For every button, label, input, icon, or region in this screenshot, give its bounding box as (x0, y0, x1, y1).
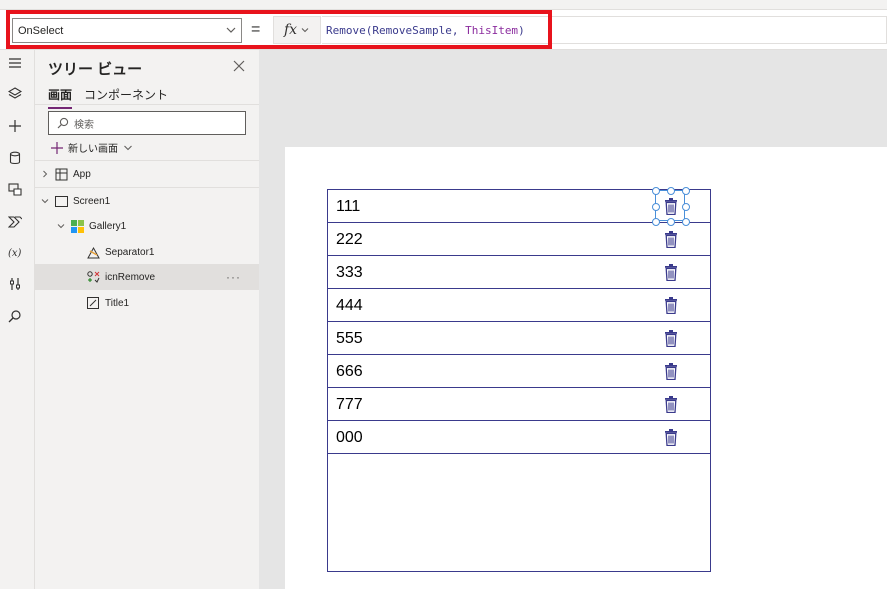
formula-function: Remove(RemoveSample, (326, 23, 466, 37)
chevron-down-icon[interactable] (39, 195, 51, 207)
resize-handle[interactable] (682, 203, 690, 211)
trash-icon[interactable] (664, 429, 678, 447)
gallery-row[interactable]: 222 (328, 223, 710, 256)
insert-plus-icon[interactable] (6, 117, 24, 135)
icons-icon (86, 270, 100, 284)
chevron-down-icon[interactable] (55, 220, 67, 232)
tree-node-label: Separator1 (105, 246, 155, 258)
gallery1[interactable]: 111 222 333 444 555 666 777 000 (327, 187, 711, 572)
trash-icon[interactable] (664, 231, 678, 249)
tree-search-input[interactable]: 検索 (48, 111, 246, 135)
power-automate-icon[interactable] (6, 212, 24, 230)
new-screen-button[interactable]: 新しい画面 (51, 140, 133, 155)
tree-node-app[interactable]: App (35, 161, 259, 187)
resize-handle[interactable] (667, 187, 675, 195)
tree-node-label: Gallery1 (89, 220, 127, 232)
formula-bar: OnSelect = fx Remove(RemoveSample, ThisI… (0, 10, 887, 50)
svg-text:(x): (x) (8, 248, 22, 259)
row-title: 777 (336, 396, 363, 413)
row-title: 666 (336, 363, 363, 380)
row-title: 333 (336, 264, 363, 281)
formula-input[interactable]: Remove(RemoveSample, ThisItem) (322, 16, 887, 44)
screen-icon (54, 194, 68, 208)
row-title: 222 (336, 231, 363, 248)
more-options-icon[interactable]: ··· (226, 270, 241, 284)
tree-node-label: App (73, 168, 91, 180)
tab-screens[interactable]: 画面 (48, 86, 73, 109)
hamburger-menu-icon[interactable] (6, 54, 24, 72)
trash-icon[interactable] (664, 264, 678, 282)
gallery-row[interactable]: 000 (328, 421, 710, 454)
chevron-down-icon (226, 27, 236, 33)
trash-icon[interactable] (664, 363, 678, 381)
tree-node-separator1[interactable]: Separator1 (35, 239, 259, 265)
resize-handle[interactable] (652, 203, 660, 211)
selection-frame (652, 187, 690, 226)
layers-icon[interactable] (6, 85, 24, 103)
media-icon[interactable] (6, 180, 24, 198)
separator-icon (86, 245, 100, 259)
row-title: 000 (336, 429, 363, 446)
formula-keyword: ThisItem (465, 23, 519, 37)
trash-icon[interactable] (664, 330, 678, 348)
row-title: 555 (336, 330, 363, 347)
top-strip (0, 0, 887, 10)
fx-label: fx (283, 22, 298, 38)
new-screen-label: 新しい画面 (68, 144, 118, 155)
gallery-row[interactable]: 666 (328, 355, 710, 388)
gallery-row[interactable]: 555 (328, 322, 710, 355)
resize-handle[interactable] (682, 187, 690, 195)
tab-components[interactable]: コンポーネント (84, 86, 168, 109)
left-rail: (x) (0, 50, 35, 589)
trash-icon[interactable] (664, 297, 678, 315)
tree-view-panel: ツリー ビュー 画面 コンポーネント 検索 新しい画面 App Screen1 … (35, 50, 259, 589)
gallery-icon (70, 219, 84, 233)
search-icon[interactable] (6, 307, 24, 325)
close-icon[interactable] (232, 59, 246, 73)
chevron-right-icon[interactable] (39, 168, 51, 180)
app-icon (54, 167, 68, 181)
chevron-down-icon (301, 28, 309, 33)
resize-handle[interactable] (652, 187, 660, 195)
label-icon (86, 296, 100, 310)
row-title: 111 (336, 198, 361, 215)
tree-node-label: Screen1 (73, 195, 111, 207)
plus-icon (51, 141, 63, 154)
panel-title: ツリー ビュー (48, 61, 143, 78)
gallery-row[interactable]: 111 (328, 187, 710, 226)
tabs-divider (35, 104, 259, 105)
tree-tabs: 画面 コンポーネント (48, 86, 168, 109)
tools-icon[interactable] (6, 275, 24, 293)
tree-node-icnremove[interactable]: icnRemove ··· (35, 264, 259, 290)
gallery-row[interactable]: 777 (328, 388, 710, 421)
tree-node-label: Title1 (105, 297, 130, 309)
search-icon (57, 117, 69, 129)
formula-end: ) (518, 23, 525, 37)
variables-icon[interactable]: (x) (6, 243, 24, 261)
tree-node-screen1[interactable]: Screen1 (35, 188, 259, 214)
equals-sign: = (251, 21, 261, 38)
property-value: OnSelect (18, 24, 64, 37)
database-icon[interactable] (6, 149, 24, 167)
trash-icon[interactable] (664, 396, 678, 414)
property-dropdown[interactable]: OnSelect (12, 18, 242, 43)
gallery-row[interactable]: 444 (328, 289, 710, 322)
fx-button[interactable]: fx (273, 16, 321, 44)
search-placeholder: 検索 (74, 119, 94, 131)
chevron-down-icon (124, 145, 132, 150)
row-title: 444 (336, 297, 363, 314)
tree-node-gallery1[interactable]: Gallery1 (35, 213, 259, 239)
tree-node-title1[interactable]: Title1 (35, 290, 259, 316)
gallery-row[interactable]: 333 (328, 256, 710, 289)
tree-node-label: icnRemove (105, 271, 156, 283)
